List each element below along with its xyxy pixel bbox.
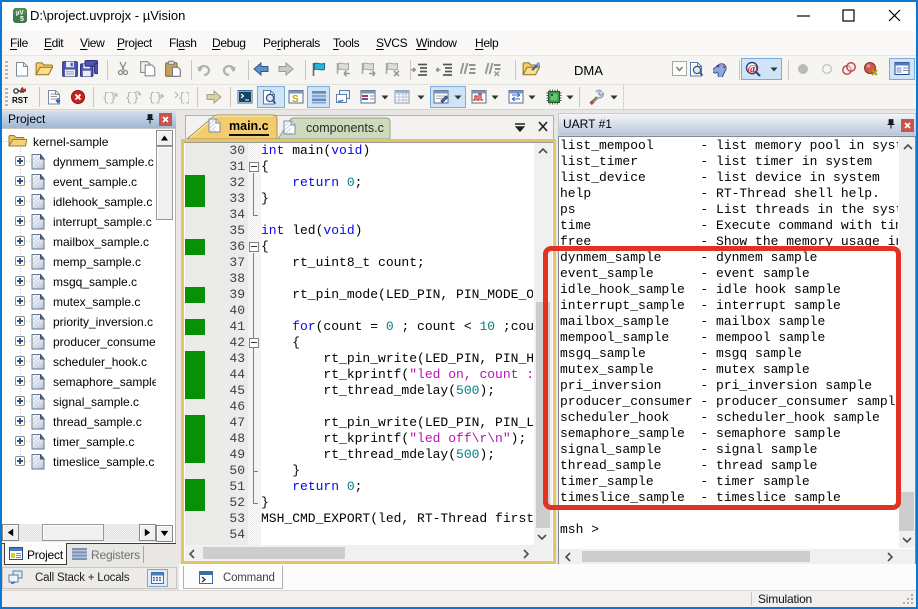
svg-text:{}: {} (148, 91, 162, 105)
svg-text:5: 5 (20, 16, 24, 23)
svg-text:{}: {} (125, 91, 139, 105)
svg-text:{}: {} (178, 91, 189, 105)
svg-text:S: S (292, 94, 299, 105)
svg-text:RST: RST (12, 96, 28, 103)
